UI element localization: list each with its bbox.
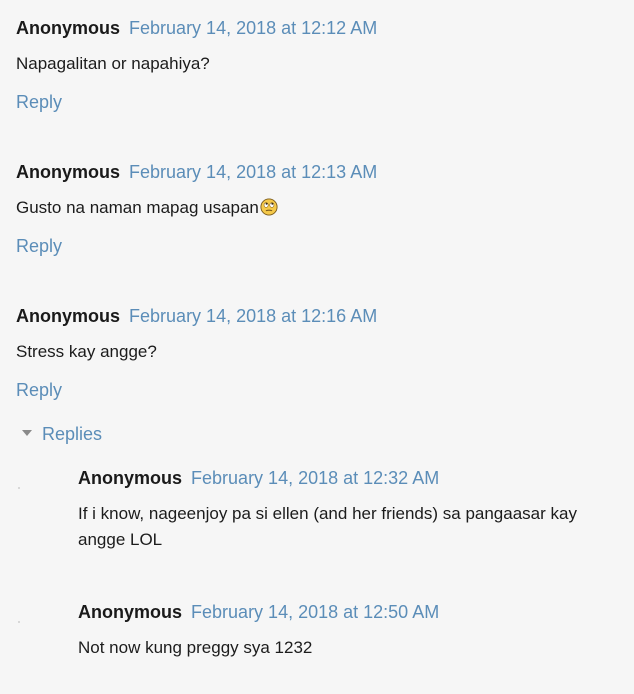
comment-timestamp-link[interactable]: February 14, 2018 at 12:13 AM [129,162,377,182]
comment-header: Anonymous February 14, 2018 at 12:50 AM [78,601,626,623]
comment-body: Gusto na naman mapag usapan [16,195,626,221]
reply-comment: Anonymous February 14, 2018 at 12:50 AM … [78,601,626,661]
comment-timestamp-link[interactable]: February 14, 2018 at 12:12 AM [129,18,377,38]
comment-author: Anonymous [16,162,121,182]
comment: Anonymous February 14, 2018 at 12:13 AM … [16,161,626,257]
comment-timestamp-link[interactable]: February 14, 2018 at 12:50 AM [191,602,439,622]
replies-toggle[interactable]: Replies [22,423,102,445]
reply-comment: Anonymous February 14, 2018 at 12:32 AM … [78,467,626,553]
thread-marker [18,621,20,623]
comment-body: If i know, nageenjoy pa si ellen (and he… [78,504,577,549]
comment-header: Anonymous February 14, 2018 at 12:12 AM [16,17,626,39]
comment-author: Anonymous [78,602,183,622]
replies-toggle-label: Replies [42,424,103,444]
comment-body: Napagalitan or napahiya? [16,54,210,73]
reply-link[interactable]: Reply [16,379,62,401]
comment-author: Anonymous [16,18,121,38]
comment: Anonymous February 14, 2018 at 12:12 AM … [16,17,626,113]
reply-link[interactable]: Reply [16,91,62,113]
rolling-eyes-emoji-icon [260,198,278,216]
comment-body-text: Gusto na naman mapag usapan [16,198,259,217]
comment: Anonymous February 14, 2018 at 12:16 AM … [16,305,626,401]
thread-marker [18,487,20,489]
comment-body: Not now kung preggy sya 1232 [78,638,313,657]
comment-header: Anonymous February 14, 2018 at 12:32 AM [78,467,626,489]
reply-link[interactable]: Reply [16,235,62,257]
comment-header: Anonymous February 14, 2018 at 12:16 AM [16,305,626,327]
comment-author: Anonymous [16,306,121,326]
comment-body: Stress kay angge? [16,342,157,361]
comment-timestamp-link[interactable]: February 14, 2018 at 12:16 AM [129,306,377,326]
comment-header: Anonymous February 14, 2018 at 12:13 AM [16,161,626,183]
comment-timestamp-link[interactable]: February 14, 2018 at 12:32 AM [191,468,439,488]
caret-down-icon [22,430,32,436]
comment-author: Anonymous [78,468,183,488]
